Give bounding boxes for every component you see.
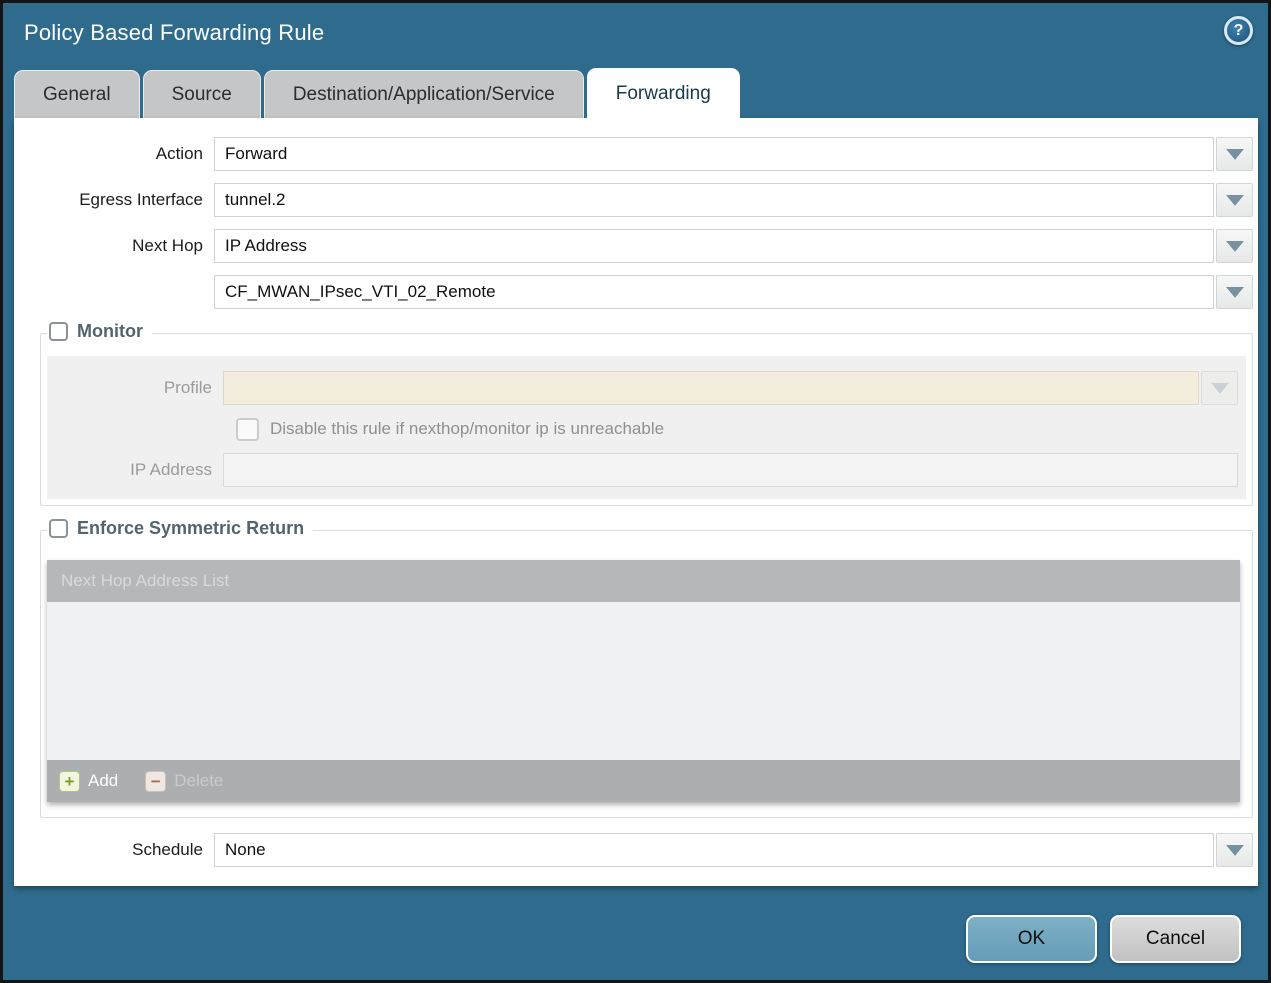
next-hop-address-table: Next Hop Address List + Add − Delete — [47, 560, 1240, 802]
profile-dropdown-button — [1201, 371, 1238, 405]
tab-forwarding[interactable]: Forwarding — [587, 68, 740, 118]
monitor-ip-input — [223, 453, 1238, 487]
add-button[interactable]: + Add — [59, 771, 118, 792]
chevron-down-icon — [1226, 195, 1244, 206]
dialog-title: Policy Based Forwarding Rule — [24, 20, 324, 46]
symmetric-return-checkbox[interactable] — [49, 519, 68, 538]
schedule-dropdown-button[interactable] — [1216, 833, 1253, 867]
action-row: Action Forward — [14, 137, 1253, 171]
action-label: Action — [14, 144, 214, 164]
monitor-panel: Profile Disable this rule if nexthop/mon… — [47, 356, 1246, 499]
monitor-ip-row: IP Address — [47, 453, 1246, 487]
delete-button: − Delete — [145, 771, 223, 792]
next-hop-select[interactable]: IP Address — [214, 229, 1253, 263]
next-hop-address-dropdown-button[interactable] — [1216, 275, 1253, 309]
next-hop-address-row: CF_MWAN_IPsec_VTI_02_Remote — [14, 275, 1253, 309]
monitor-ip-label: IP Address — [47, 460, 223, 480]
next-hop-address-value[interactable]: CF_MWAN_IPsec_VTI_02_Remote — [214, 275, 1214, 309]
egress-interface-select[interactable]: tunnel.2 — [214, 183, 1253, 217]
action-select[interactable]: Forward — [214, 137, 1253, 171]
tab-source[interactable]: Source — [143, 70, 261, 118]
next-hop-dropdown-button[interactable] — [1216, 229, 1253, 263]
symmetric-return-fieldset: Enforce Symmetric Return Next Hop Addres… — [40, 530, 1253, 818]
dialog-footer: OK Cancel — [966, 915, 1241, 963]
profile-value — [223, 371, 1199, 405]
profile-label: Profile — [47, 378, 223, 398]
monitor-legend: Monitor — [47, 321, 152, 342]
next-hop-address-table-toolbar: + Add − Delete — [47, 760, 1240, 802]
plus-icon: + — [59, 771, 80, 792]
ok-button[interactable]: OK — [966, 915, 1097, 963]
egress-interface-dropdown-button[interactable] — [1216, 183, 1253, 217]
add-button-label: Add — [88, 771, 118, 791]
egress-interface-row: Egress Interface tunnel.2 — [14, 183, 1253, 217]
monitor-legend-label: Monitor — [77, 321, 143, 342]
profile-row: Profile — [47, 371, 1246, 405]
schedule-row: Schedule None — [14, 833, 1253, 867]
egress-interface-label: Egress Interface — [14, 190, 214, 210]
chevron-down-icon — [1226, 287, 1244, 298]
next-hop-address-table-body[interactable] — [47, 602, 1240, 760]
help-icon[interactable]: ? — [1224, 16, 1253, 45]
action-dropdown-button[interactable] — [1216, 137, 1253, 171]
forwarding-tab-panel: Action Forward Egress Interface tunnel.2… — [14, 118, 1258, 886]
monitor-checkbox[interactable] — [49, 322, 68, 341]
egress-interface-value[interactable]: tunnel.2 — [214, 183, 1214, 217]
disable-rule-checkbox — [236, 418, 259, 441]
next-hop-label: Next Hop — [14, 236, 214, 256]
disable-rule-row: Disable this rule if nexthop/monitor ip … — [47, 414, 1246, 444]
schedule-value[interactable]: None — [214, 833, 1214, 867]
chevron-down-icon — [1226, 149, 1244, 160]
action-value[interactable]: Forward — [214, 137, 1214, 171]
pbf-rule-dialog: Policy Based Forwarding Rule ? General S… — [0, 0, 1271, 983]
symmetric-return-legend-label: Enforce Symmetric Return — [77, 518, 304, 539]
cancel-button[interactable]: Cancel — [1110, 915, 1241, 963]
next-hop-row: Next Hop IP Address — [14, 229, 1253, 263]
minus-icon: − — [145, 771, 166, 792]
disable-rule-label: Disable this rule if nexthop/monitor ip … — [270, 419, 664, 439]
monitor-fieldset: Monitor Profile Disable this rule if nex… — [40, 333, 1253, 506]
symmetric-return-legend: Enforce Symmetric Return — [47, 518, 313, 539]
delete-button-label: Delete — [174, 771, 223, 791]
chevron-down-icon — [1226, 845, 1244, 856]
next-hop-address-table-header: Next Hop Address List — [47, 560, 1240, 602]
tab-general[interactable]: General — [14, 70, 140, 118]
chevron-down-icon — [1226, 241, 1244, 252]
tab-destination-application-service[interactable]: Destination/Application/Service — [264, 70, 584, 118]
chevron-down-icon — [1211, 383, 1229, 394]
profile-select — [223, 371, 1238, 405]
schedule-label: Schedule — [14, 840, 214, 860]
tab-bar: General Source Destination/Application/S… — [14, 68, 740, 118]
next-hop-address-select[interactable]: CF_MWAN_IPsec_VTI_02_Remote — [214, 275, 1253, 309]
schedule-select[interactable]: None — [214, 833, 1253, 867]
next-hop-value[interactable]: IP Address — [214, 229, 1214, 263]
